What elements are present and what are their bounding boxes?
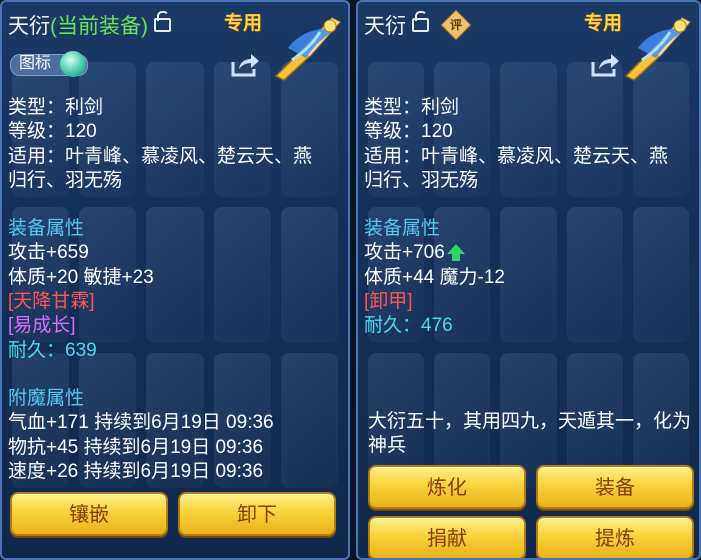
attributes-header: 装备属性: [8, 218, 85, 240]
base-stats: 体质+20 敏捷+23: [8, 266, 154, 288]
attack-stat-line: 攻击+706: [364, 241, 694, 265]
type-line: 类型：利剑: [8, 97, 104, 118]
current-equipment-panel: 天衍(当前装备) 专用 图标 类型：利剑 等级：120 适用：叶青峰、慕凌风、楚…: [0, 0, 350, 560]
unequip-button[interactable]: 卸下: [178, 492, 336, 536]
item-title: 天衍(当前装备): [8, 10, 171, 40]
applicable-line: 适用：叶青峰、慕凌风、楚云天、燕: [364, 145, 669, 167]
weapon-sword-icon: [274, 17, 342, 81]
level-line: 等级：120: [364, 121, 453, 143]
applicable-line: 适用：叶青峰、慕凌风、楚云天、燕: [8, 145, 313, 167]
attributes-header: 装备属性: [364, 218, 441, 240]
rate-badge-label: 评: [449, 18, 462, 33]
exclusive-label: 专用: [224, 13, 263, 34]
durability-value: 639: [65, 339, 97, 361]
attack-stat: 攻击+706: [364, 242, 445, 264]
equipped-status: (当前装备): [50, 15, 148, 38]
special-skill: [卸甲]: [364, 291, 413, 313]
item-description: 大衍五十，其用四九，天遁其一，化为神兵: [368, 411, 692, 457]
rate-badge-icon[interactable]: 评: [440, 9, 472, 42]
icon-toggle-label: 图标: [19, 55, 52, 72]
share-icon[interactable]: [230, 52, 260, 78]
special-skill: [天降甘霖]: [8, 291, 95, 313]
inlay-button[interactable]: 镶嵌: [10, 492, 168, 536]
item-title: 天衍 评: [364, 9, 472, 42]
enchant-hp: 气血+171 持续到6月19日 09:36: [8, 412, 274, 434]
donate-button[interactable]: 捐献: [368, 516, 526, 558]
durability-label: 耐久：: [364, 315, 422, 337]
applicable-line-2: 归行、羽无殇: [8, 169, 123, 191]
enchant-speed: 速度+26 持续到6月19日 09:36: [8, 460, 264, 482]
up-arrow-icon: [446, 244, 465, 262]
icon-toggle[interactable]: 图标: [10, 51, 90, 77]
equip-button[interactable]: 装备: [536, 465, 694, 509]
enchant-pdef: 物抗+45 持续到6月19日 09:36: [8, 436, 264, 458]
lock-icon[interactable]: [412, 11, 429, 33]
item-name: 天衍: [364, 15, 406, 38]
weapon-sword-icon: [624, 17, 692, 81]
durability-label: 耐久：: [8, 339, 66, 361]
attack-stat: 攻击+659: [8, 242, 89, 264]
base-stats: 体质+44 魔力-12: [364, 266, 505, 288]
lock-icon[interactable]: [154, 11, 171, 33]
durability-line: 耐久：639: [8, 339, 312, 363]
enchant-header: 附魔属性: [8, 387, 85, 409]
item-details: 类型：利剑 等级：120 适用：叶青峰、慕凌风、楚云天、燕 归行、羽无殇 装备属…: [8, 96, 312, 484]
durability-value: 476: [421, 315, 453, 337]
durability-line: 耐久：476: [364, 314, 694, 338]
compare-equipment-panel: 天衍 评 专用 类型：利剑 等级：120 适用：叶青峰、慕凌风、楚云天、燕 归行、…: [356, 0, 701, 560]
type-line: 类型：利剑: [364, 97, 460, 118]
share-icon[interactable]: [590, 52, 620, 78]
exclusive-label: 专用: [584, 13, 623, 34]
applicable-line-2: 归行、羽无殇: [364, 169, 479, 191]
toggle-knob: [60, 51, 86, 77]
item-details: 类型：利剑 等级：120 适用：叶青峰、慕凌风、楚云天、燕 归行、羽无殇 装备属…: [364, 96, 694, 339]
refine-button[interactable]: 炼化: [368, 465, 526, 509]
item-name: 天衍: [8, 15, 50, 38]
special-effect: [易成长]: [8, 315, 76, 337]
extract-button[interactable]: 提炼: [536, 516, 694, 558]
level-line: 等级：120: [8, 121, 97, 143]
